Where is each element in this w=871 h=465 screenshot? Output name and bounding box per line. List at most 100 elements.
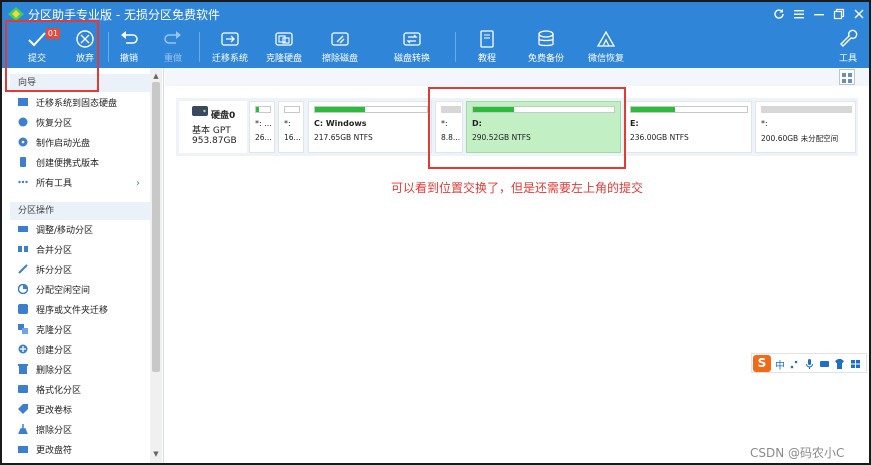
- partition-label: *: ...: [255, 119, 272, 128]
- scroll-up-icon[interactable]: ▲: [152, 72, 160, 82]
- microphone-icon[interactable]: [805, 359, 814, 369]
- more-icon: [18, 180, 28, 184]
- wipe-disk-label: 擦除磁盘: [321, 54, 358, 64]
- free-backup-label: 免费备份: [527, 54, 564, 64]
- annotation-highlight-partition: [428, 87, 626, 169]
- partition-desc: 200.60GB 未分配空间: [761, 134, 839, 143]
- watermark: CSDN @码农小C: [750, 446, 845, 460]
- partition-block[interactable]: *: 16...: [278, 101, 304, 153]
- grid-menu-icon[interactable]: [851, 359, 860, 369]
- sidebar-item-bootable-media[interactable]: 制作启动光盘: [18, 134, 142, 154]
- format-icon: [18, 385, 28, 393]
- sidebar-item-wipe-partition[interactable]: 擦除分区: [18, 421, 142, 441]
- tools-button[interactable]: 工具: [831, 26, 865, 68]
- recovery-icon: [596, 30, 616, 47]
- redo-icon: [164, 31, 181, 44]
- split-icon: [18, 264, 28, 274]
- main-header-strip: [165, 68, 869, 86]
- sidebar-item-merge[interactable]: 合并分区: [18, 241, 142, 261]
- annotation-highlight-commit: [5, 20, 99, 92]
- minimize-icon[interactable]: [810, 5, 828, 23]
- partition-block[interactable]: E: 236.00GB NTFS: [624, 101, 752, 153]
- clone-disk-button[interactable]: 克隆硬盘: [264, 26, 304, 68]
- partition-label: *:: [284, 119, 291, 128]
- keyboard-icon[interactable]: [820, 359, 829, 369]
- sidebar-item-delete-partition[interactable]: 删除分区: [18, 361, 142, 381]
- clone-disk-icon: [275, 32, 293, 46]
- migrate-os-button[interactable]: 迁移系统: [210, 26, 250, 68]
- refresh-icon[interactable]: [770, 5, 788, 23]
- sidebar-item-all-tools[interactable]: 所有工具 ›: [18, 174, 142, 194]
- partition-label: *:: [761, 119, 768, 128]
- broom-icon: [18, 424, 28, 434]
- screenshot-frame: 分区助手专业版 - 无损分区免费软件 提交 01 放弃 撤销 重做 迁移系统 克…: [0, 0, 871, 465]
- usage-bar: [761, 106, 852, 113]
- punctuation-icon[interactable]: [790, 359, 799, 369]
- skin-shirt-icon[interactable]: [835, 359, 844, 369]
- free-backup-button[interactable]: 免费备份: [524, 26, 568, 68]
- disk-size: 953.87GB: [192, 136, 237, 146]
- view-toggle-icon[interactable]: [839, 69, 855, 85]
- convert-disk-button[interactable]: 磁盘转换: [388, 26, 436, 68]
- sidebar-item-format-partition[interactable]: 格式化分区: [18, 381, 142, 401]
- sidebar-scroll-thumb[interactable]: [152, 82, 160, 372]
- disc-icon: [18, 137, 28, 147]
- pie-icon: [18, 284, 28, 294]
- recover-icon: [18, 117, 28, 127]
- partition-desc: 236.00GB NTFS: [630, 133, 689, 142]
- usage-fill: [631, 107, 676, 112]
- disk-type: 基本 GPT: [192, 126, 231, 136]
- sidebar-item-create-partition[interactable]: 创建分区: [18, 341, 142, 361]
- usage-bar: [630, 106, 748, 113]
- partition-block[interactable]: *: ... 26...: [249, 101, 275, 153]
- delete-icon: [18, 364, 28, 374]
- usage-bar: [255, 106, 271, 113]
- sidebar-item-split[interactable]: 拆分分区: [18, 261, 142, 281]
- partition-block[interactable]: C: Windows 217.65GB NTFS: [308, 101, 432, 153]
- undo-button[interactable]: 撤销: [112, 26, 146, 68]
- ime-toolbar[interactable]: S 中: [751, 353, 867, 373]
- partition-block[interactable]: *: 200.60GB 未分配空间: [755, 101, 856, 153]
- clone-icon: [18, 324, 28, 334]
- undo-label: 撤销: [119, 54, 138, 64]
- menu-icon[interactable]: [790, 5, 808, 23]
- convert-disk-label: 磁盘转换: [393, 54, 430, 64]
- undo-icon: [121, 31, 138, 44]
- wechat-recovery-button[interactable]: 微信恢复: [584, 26, 628, 68]
- scroll-down-icon[interactable]: ▼: [152, 450, 160, 460]
- sidebar-item-clone-partition[interactable]: 克隆分区: [18, 321, 142, 341]
- convert-disk-icon: [403, 32, 421, 46]
- partition-desc: 26...: [255, 133, 272, 142]
- sidebar-item-change-drive-letter[interactable]: 更改盘符: [18, 441, 142, 461]
- ime-mode[interactable]: 中: [775, 357, 785, 372]
- toolbar-separator: [455, 32, 456, 62]
- sidebar-item-app-mover[interactable]: 程序或文件夹迁移: [18, 301, 142, 321]
- annotation-text: 可以看到位置交换了，但是还需要左上角的提交: [391, 181, 644, 195]
- sidebar-item-portable-version[interactable]: 创建便携式版本: [18, 154, 142, 174]
- migrate-icon: [18, 98, 28, 106]
- create-icon: [18, 344, 28, 354]
- toolbar: 提交 01 放弃 撤销 重做 迁移系统 克隆硬盘 擦除磁盘 磁盘转换 教程 免费…: [2, 26, 869, 68]
- chevron-right-icon: ›: [136, 178, 140, 189]
- wipe-disk-button[interactable]: 擦除磁盘: [320, 26, 360, 68]
- tutorial-button[interactable]: 教程: [470, 26, 504, 68]
- app-move-icon: [18, 304, 28, 314]
- sogou-logo-icon: S: [753, 355, 771, 372]
- redo-button[interactable]: 重做: [156, 26, 190, 68]
- sidebar-item-allocate-free-space[interactable]: 分配空闲空间: [18, 281, 142, 301]
- hard-disk-icon: [192, 106, 208, 116]
- sidebar-item-recover-partition[interactable]: 恢复分区: [18, 114, 142, 134]
- redo-label: 重做: [163, 54, 182, 64]
- sidebar-item-resize-move[interactable]: 调整/移动分区: [18, 221, 142, 241]
- migrate-disk-icon: [221, 32, 239, 46]
- sidebar-item-change-label[interactable]: 更改卷标: [18, 401, 142, 421]
- tools-label: 工具: [838, 54, 857, 64]
- partition-label: E:: [630, 119, 639, 128]
- restore-icon[interactable]: [830, 5, 848, 23]
- backup-icon: [538, 30, 554, 47]
- migrate-os-label: 迁移系统: [211, 54, 248, 64]
- close-icon[interactable]: [850, 5, 868, 23]
- sidebar-item-migrate-os-ssd[interactable]: 迁移系统到固态硬盘: [18, 94, 142, 114]
- clone-disk-label: 克隆硬盘: [265, 54, 302, 64]
- tag-icon: [18, 404, 28, 414]
